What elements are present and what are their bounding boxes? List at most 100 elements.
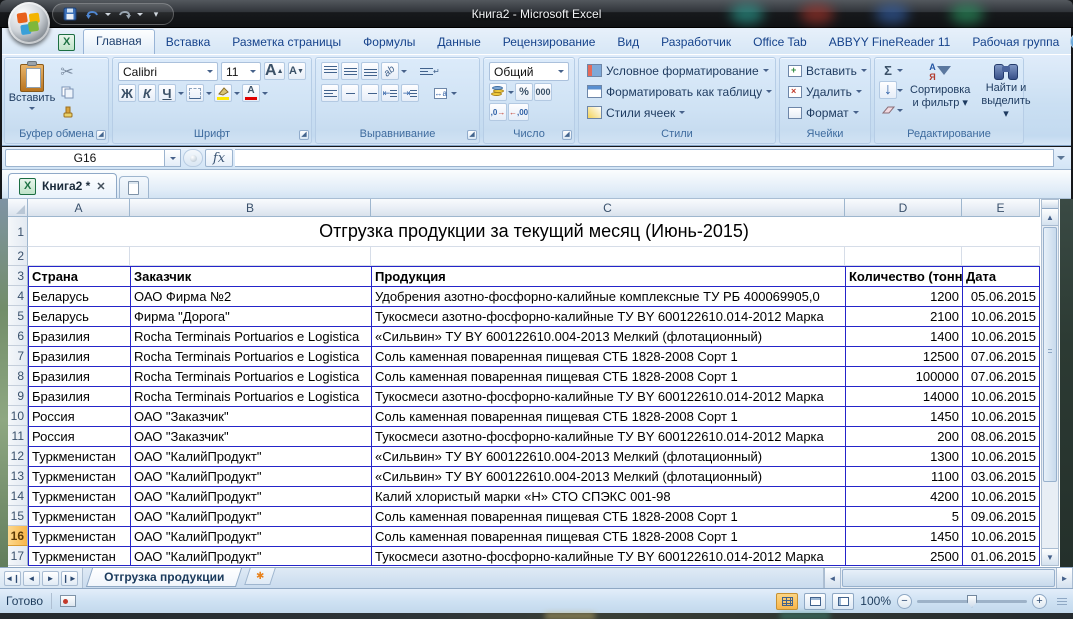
- font-color-button[interactable]: А: [242, 84, 260, 102]
- customize-qat-icon[interactable]: ▾: [147, 5, 165, 23]
- data-cell[interactable]: ОАО "Заказчик": [130, 406, 371, 426]
- align-left-button[interactable]: [321, 84, 339, 102]
- clear-button[interactable]: [879, 101, 897, 119]
- data-cell[interactable]: 09.06.2015: [962, 506, 1040, 526]
- fill-dropdown-icon[interactable]: [897, 88, 903, 95]
- font-size-select[interactable]: 11: [221, 62, 261, 81]
- wrap-text-button[interactable]: ↵: [419, 62, 441, 80]
- row-header[interactable]: 15: [8, 506, 28, 526]
- sort-filter-button[interactable]: АЯ Сортировка и фильтр ▾: [906, 61, 974, 128]
- ribbon-tab[interactable]: Office Tab: [742, 31, 818, 54]
- data-cell[interactable]: 2500: [845, 546, 962, 566]
- row-header[interactable]: 7: [8, 346, 28, 366]
- data-cell[interactable]: 5: [845, 506, 962, 526]
- align-top-button[interactable]: [321, 62, 339, 80]
- resize-grip[interactable]: [1057, 597, 1067, 605]
- font-dialog-launcher-icon[interactable]: ◢: [299, 130, 309, 140]
- alignment-dialog-launcher-icon[interactable]: ◢: [467, 130, 477, 140]
- last-sheet-icon[interactable]: ❙►: [61, 570, 78, 586]
- scroll-right-icon[interactable]: ►: [1056, 568, 1073, 588]
- name-box[interactable]: G16: [5, 149, 165, 167]
- increase-decimal-button[interactable]: ,0 →: [489, 103, 507, 121]
- empty-cell[interactable]: [962, 247, 1040, 266]
- zoom-in-icon[interactable]: +: [1032, 593, 1047, 609]
- accounting-format-button[interactable]: [489, 83, 507, 101]
- delete-cells-button[interactable]: Удалить: [784, 81, 866, 102]
- align-right-button[interactable]: [361, 84, 379, 102]
- clipboard-dialog-launcher-icon[interactable]: ◢: [96, 130, 106, 140]
- align-center-button[interactable]: [341, 84, 359, 102]
- data-cell[interactable]: Бразилия: [28, 386, 130, 406]
- bold-button[interactable]: Ж: [118, 84, 136, 102]
- page-break-view-button[interactable]: [832, 592, 855, 610]
- font-name-select[interactable]: Calibri: [118, 62, 218, 81]
- data-cell[interactable]: Тукосмеси азотно-фосфорно-калийные ТУ BY…: [371, 546, 845, 566]
- data-cell[interactable]: ОАО "Заказчик": [130, 426, 371, 446]
- data-cell[interactable]: «Сильвин» ТУ BY 600122610.004-2013 Мелки…: [371, 446, 845, 466]
- scrollbar-split-handle[interactable]: [1042, 200, 1058, 209]
- sheet-tab-active[interactable]: Отгрузка продукции: [85, 568, 243, 587]
- orientation-button[interactable]: ab: [381, 62, 399, 80]
- zoom-slider[interactable]: [917, 594, 1027, 608]
- insert-function-button[interactable]: fx: [205, 149, 233, 167]
- horizontal-scrollbar[interactable]: ◄ ►: [823, 568, 1073, 588]
- data-cell[interactable]: 03.06.2015: [962, 466, 1040, 486]
- row-header[interactable]: 14: [8, 486, 28, 506]
- save-icon[interactable]: [61, 5, 79, 23]
- scroll-down-icon[interactable]: ▼: [1042, 548, 1058, 565]
- data-cell[interactable]: Туркменистан: [28, 506, 130, 526]
- row-header[interactable]: 9: [8, 386, 28, 406]
- row-header[interactable]: 4: [8, 286, 28, 306]
- data-cell[interactable]: 200: [845, 426, 962, 446]
- expand-formula-bar-icon[interactable]: [1054, 149, 1068, 167]
- ribbon-tab[interactable]: Разметка страницы: [221, 31, 352, 54]
- data-cell[interactable]: Беларусь: [28, 306, 130, 326]
- orientation-dropdown-icon[interactable]: [401, 69, 407, 76]
- data-cell[interactable]: Калий хлористый марки «Н» СТО СПЭКС 001-…: [371, 486, 845, 506]
- fill-color-button[interactable]: [214, 84, 232, 102]
- data-cell[interactable]: 12500: [845, 346, 962, 366]
- row-header[interactable]: 13: [8, 466, 28, 486]
- data-cell[interactable]: Беларусь: [28, 286, 130, 306]
- data-cell[interactable]: Россия: [28, 406, 130, 426]
- next-sheet-icon[interactable]: ►: [42, 570, 59, 586]
- row-header[interactable]: 10: [8, 406, 28, 426]
- formula-bar-handle[interactable]: [183, 149, 203, 167]
- cut-button[interactable]: ✂: [58, 63, 76, 81]
- data-cell[interactable]: 1100: [845, 466, 962, 486]
- row-header[interactable]: 8: [8, 366, 28, 386]
- data-cell[interactable]: Тукосмеси азотно-фосфорно-калийные ТУ BY…: [371, 386, 845, 406]
- underline-button[interactable]: Ч: [158, 84, 176, 102]
- data-cell[interactable]: ОАО "КалийПродукт": [130, 526, 371, 546]
- ribbon-tab[interactable]: Главная: [83, 29, 155, 54]
- new-workbook-tab-button[interactable]: [118, 176, 149, 198]
- data-cell[interactable]: 05.06.2015: [962, 286, 1040, 306]
- fill-button[interactable]: ↓: [879, 81, 897, 99]
- zoom-level[interactable]: 100%: [860, 594, 891, 608]
- accounting-dropdown-icon[interactable]: [508, 90, 514, 97]
- data-cell[interactable]: Туркменистан: [28, 546, 130, 566]
- horizontal-scroll-thumb[interactable]: [842, 569, 1055, 587]
- data-cell[interactable]: Соль каменная поваренная пищевая СТБ 182…: [371, 346, 845, 366]
- autosum-dropdown-icon[interactable]: [897, 68, 903, 75]
- data-cell[interactable]: 10.06.2015: [962, 526, 1040, 546]
- row-header[interactable]: 5: [8, 306, 28, 326]
- data-cell[interactable]: Фирма "Дорога": [130, 306, 371, 326]
- data-cell[interactable]: Бразилия: [28, 346, 130, 366]
- column-header[interactable]: A: [28, 199, 130, 217]
- clear-dropdown-icon[interactable]: [897, 108, 903, 115]
- decrease-decimal-button[interactable]: ← ,00: [508, 103, 530, 121]
- normal-view-button[interactable]: [776, 592, 799, 610]
- merge-center-button[interactable]: ↔a: [431, 84, 449, 102]
- copy-button[interactable]: [58, 83, 76, 101]
- data-cell[interactable]: Rocha Terminais Portuarios e Logistica: [130, 386, 371, 406]
- column-header[interactable]: D: [845, 199, 962, 217]
- align-middle-button[interactable]: [341, 62, 359, 80]
- vertical-scrollbar[interactable]: ▲ ▼: [1041, 199, 1059, 566]
- data-cell[interactable]: 07.06.2015: [962, 366, 1040, 386]
- align-bottom-button[interactable]: [361, 62, 379, 80]
- insert-worksheet-button[interactable]: ✱: [244, 568, 276, 585]
- number-dialog-launcher-icon[interactable]: ◢: [562, 130, 572, 140]
- table-header-cell[interactable]: Страна: [28, 266, 130, 286]
- percent-style-button[interactable]: %: [515, 83, 533, 101]
